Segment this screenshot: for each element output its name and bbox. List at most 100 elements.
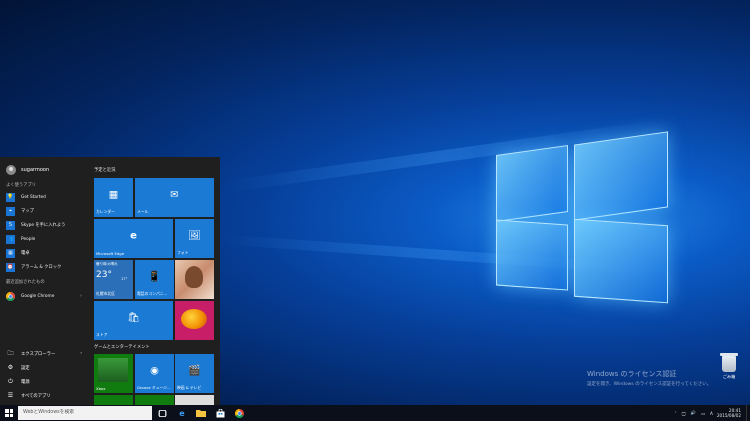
weather-temp: 23° (96, 270, 112, 280)
calculator-icon: ▦ (6, 248, 15, 258)
tile-groove[interactable]: ◉ Groove ミュージ... (135, 354, 174, 393)
tile-calendar[interactable]: ▦ カレンダー (94, 178, 133, 217)
skype-icon: S (6, 220, 15, 230)
tile-area: 予定と近況 ▦ カレンダー ✉ メール e Microsoft Edge 🖼 フ… (92, 157, 216, 405)
explorer-icon: 🗀 (7, 349, 14, 357)
windows-logo-pane (496, 144, 568, 223)
all-apps-icon: ☰ (7, 392, 14, 399)
recycle-bin-icon (720, 353, 738, 372)
windows-logo-pane (496, 219, 568, 291)
app-label: Get Started (21, 194, 46, 200)
task-view-icon[interactable] (156, 407, 168, 419)
app-calculator[interactable]: ▦ 電卓 (0, 247, 88, 259)
clock[interactable]: 20:41 2015/08/02 (717, 408, 741, 418)
ime-indicator[interactable]: A (710, 411, 713, 416)
network-icon[interactable]: 🖵 (682, 411, 686, 416)
tile-label: カレンダー (96, 209, 115, 214)
user-account[interactable]: sugarmoon (6, 164, 49, 176)
power-icon: ⏻ (8, 377, 13, 385)
candy-icon (181, 309, 207, 329)
tile-partial[interactable] (175, 395, 214, 405)
groove-icon: ◉ (150, 365, 159, 377)
settings-icon: ⚙ (7, 364, 14, 371)
tile-photo-people[interactable] (175, 260, 214, 299)
all-apps-label: すべてのアプリ (21, 393, 51, 399)
weather-low: 17° (121, 277, 128, 281)
windows-logo-pane (574, 131, 668, 221)
notification-icon[interactable]: ▭ (701, 411, 705, 416)
app-get-started[interactable]: 💡 Get Started (0, 191, 88, 203)
store-icon[interactable] (214, 407, 226, 419)
system-tray: ˄ 🖵 🔊 ▭ A 20:41 2015/08/02 (675, 405, 750, 421)
explorer-item[interactable]: 🗀 エクスプローラー › (0, 347, 88, 360)
start-menu: sugarmoon よく使うアプリ 💡 Get Started ⌖ マップ S … (0, 157, 220, 405)
app-label: マップ (21, 209, 34, 214)
app-maps[interactable]: ⌖ マップ (0, 205, 88, 217)
clock-date: 2015/08/02 (716, 413, 741, 418)
tile-xbox[interactable]: Xbox (94, 354, 133, 393)
show-desktop-button[interactable] (746, 405, 750, 421)
phone-companion-icon: 📱 (148, 271, 161, 283)
tile-label: 電話のコンパニ... (137, 291, 168, 296)
windows-logo-pane (574, 218, 668, 304)
start-button[interactable] (0, 405, 18, 421)
tile-label: メール (137, 209, 149, 214)
most-used-label: よく使うアプリ (6, 183, 37, 188)
map-icon: ⌖ (6, 206, 15, 216)
app-skype[interactable]: S Skype を手に入れよう (0, 219, 88, 231)
watermark-text: 設定を開き、Windows のライセンス認証を行ってください。 (587, 382, 712, 387)
tile-edge[interactable]: e Microsoft Edge (94, 219, 173, 258)
app-label: アラーム & クロック (21, 265, 62, 270)
windows-icon (5, 409, 13, 417)
tile-label: Xbox (96, 386, 106, 391)
tile-xbox-partial[interactable] (94, 395, 133, 405)
tile-phone-companion[interactable]: 📱 電話のコンパニ... (135, 260, 174, 299)
person-photo-icon (185, 266, 203, 288)
watermark-title: Windows のライセンス認証 (587, 370, 677, 378)
tile-label: 映画 & テレビ (177, 385, 202, 390)
app-label: Skype を手に入れよう (21, 223, 66, 228)
file-explorer-icon[interactable] (195, 407, 207, 419)
user-avatar-icon (6, 165, 16, 175)
volume-icon[interactable]: 🔊 (691, 410, 696, 416)
app-label: People (21, 236, 36, 242)
tile-store[interactable]: 🛍 ストア (94, 301, 173, 340)
tile-group-title: 予定と近況 (94, 168, 116, 173)
calendar-icon: ▦ (108, 189, 119, 201)
taskbar: WebとWindowsを検索 e ˄ 🖵 🔊 ▭ A 20:41 2015/08… (0, 405, 750, 421)
photos-icon: 🖼 (188, 230, 201, 242)
tile-candy-crush[interactable] (175, 301, 214, 340)
app-alarms[interactable]: ⏰ アラーム & クロック (0, 261, 88, 273)
app-google-chrome[interactable]: Google Chrome › (0, 290, 88, 302)
settings-label: 設定 (21, 365, 30, 371)
activation-watermark: Windows のライセンス認証 設定を開き、Windows のライセンス認証を… (587, 369, 711, 387)
edge-icon: e (130, 230, 137, 242)
recycle-bin-label: ごみ箱 (722, 374, 736, 379)
mail-icon: ✉ (170, 189, 179, 201)
tile-xbox-partial[interactable] (135, 395, 174, 405)
chevron-right-icon: › (80, 351, 82, 356)
power-label: 電源 (21, 379, 30, 385)
search-box[interactable]: WebとWindowsを検索 (18, 406, 152, 420)
tile-label: Microsoft Edge (96, 251, 125, 256)
tile-movies[interactable]: 🎬 映画 & テレビ (175, 354, 214, 393)
edge-icon[interactable]: e (176, 407, 188, 419)
tile-mail[interactable]: ✉ メール (135, 178, 214, 217)
recent-label: 最近追加されたもの (6, 280, 45, 285)
recycle-bin[interactable]: ごみ箱 (716, 353, 742, 380)
all-apps-item[interactable]: ☰ すべてのアプリ (0, 389, 88, 402)
tile-label: ストア (96, 332, 108, 337)
power-item[interactable]: ⏻ 電源 (0, 375, 88, 388)
people-icon: 👥 (6, 234, 15, 244)
settings-item[interactable]: ⚙ 設定 (0, 361, 88, 374)
app-label: 電卓 (21, 251, 30, 256)
tile-photos[interactable]: 🖼 フォト (175, 219, 214, 258)
chrome-icon[interactable] (233, 407, 245, 419)
weather-header: 曇り時々晴れ (96, 262, 118, 266)
tile-weather[interactable]: 曇り時々晴れ 23° 17° 札幌市北区 (94, 260, 133, 299)
app-people[interactable]: 👥 People (0, 233, 88, 245)
chevron-right-icon: › (80, 293, 82, 299)
xbox-art-icon (98, 358, 128, 382)
chevron-up-icon[interactable]: ˄ (675, 411, 677, 416)
tile-label: Groove ミュージ... (137, 385, 171, 390)
